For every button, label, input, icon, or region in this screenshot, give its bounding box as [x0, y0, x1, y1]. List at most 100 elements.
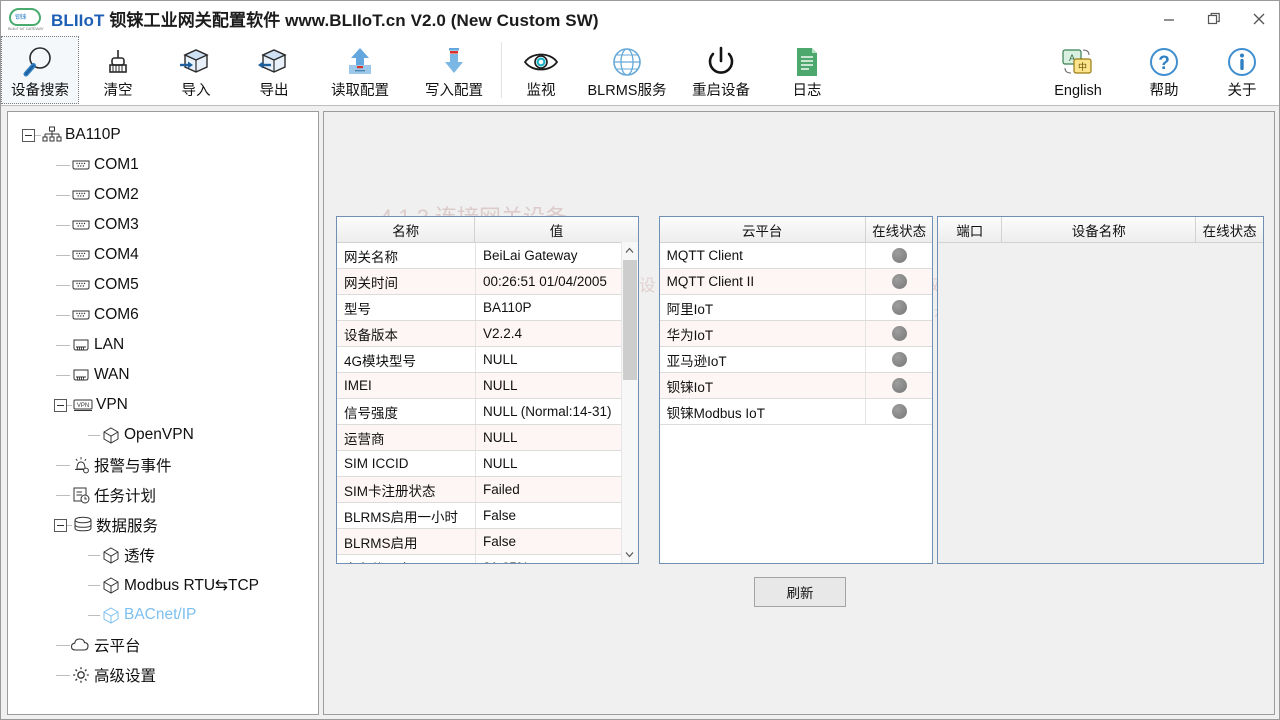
- table-row[interactable]: 钡铼IoT: [660, 373, 933, 399]
- tree-node-vpn[interactable]: VPN VPN: [16, 390, 318, 420]
- toolbar-button-help[interactable]: ? 帮助: [1125, 36, 1203, 104]
- toolbar-button-restart-device[interactable]: 重启设备: [674, 36, 768, 104]
- device-list-body: [938, 243, 1263, 563]
- tree-node-openvpn[interactable]: OpenVPN: [16, 420, 318, 450]
- device-list-table[interactable]: 端口 设备名称 在线状态: [937, 216, 1264, 564]
- scrollbar-thumb[interactable]: [623, 260, 637, 380]
- toolbar-button-import[interactable]: 导入: [157, 36, 235, 104]
- toolbar-button-export[interactable]: 导出: [235, 36, 313, 104]
- device-tree-panel[interactable]: BA110P COM1 COM2: [7, 111, 319, 715]
- tree-node-com1[interactable]: COM1: [16, 150, 318, 180]
- tree-node-advanced-settings[interactable]: 高级设置: [16, 660, 318, 690]
- cell-value: BA110P: [476, 295, 622, 320]
- tree-node-com4[interactable]: COM4: [16, 240, 318, 270]
- tree-node-com6[interactable]: COM6: [16, 300, 318, 330]
- cell-name: IMEI: [337, 373, 476, 398]
- toolbar-button-monitor[interactable]: 监视: [502, 36, 580, 104]
- toolbar-label: 重启设备: [692, 82, 750, 100]
- maximize-restore-button[interactable]: [1191, 1, 1236, 36]
- tree-node-bacnet-ip[interactable]: BACnet/IP: [16, 600, 318, 630]
- serial-port-icon: [70, 276, 92, 294]
- cell-platform-name: 钡铼Modbus IoT: [660, 399, 866, 424]
- cell-name: 网关时间: [337, 269, 476, 294]
- toolbar-button-about[interactable]: 关于: [1203, 36, 1280, 104]
- cell-value: False: [476, 503, 622, 528]
- tree-node-label: COM3: [94, 216, 139, 234]
- gateway-info-body: 网关名称BeiLai Gateway 网关时间00:26:51 01/04/20…: [337, 243, 638, 564]
- cell-name: 运营商: [337, 425, 476, 450]
- refresh-button[interactable]: 刷新: [754, 577, 846, 607]
- tree-node-com3[interactable]: COM3: [16, 210, 318, 240]
- cell-status: [866, 373, 933, 398]
- database-icon: [72, 516, 94, 534]
- table-row[interactable]: 内存使用率31.65%: [337, 555, 638, 564]
- minimize-button[interactable]: [1146, 1, 1191, 36]
- toolbar-button-read-config[interactable]: 读取配置: [313, 36, 407, 104]
- expander-minus-icon[interactable]: [22, 129, 35, 142]
- table-row[interactable]: 网关名称BeiLai Gateway: [337, 243, 638, 269]
- cell-name: SIM卡注册状态: [337, 477, 476, 502]
- cell-name: 网关名称: [337, 243, 476, 268]
- tree-node-com5[interactable]: COM5: [16, 270, 318, 300]
- table-row[interactable]: 钡铼Modbus IoT: [660, 399, 933, 425]
- table-row[interactable]: 阿里IoT: [660, 295, 933, 321]
- cell-value: NULL: [476, 425, 622, 450]
- tree-node-ba110p[interactable]: BA110P: [16, 120, 318, 150]
- table-row[interactable]: IMEINULL: [337, 373, 638, 399]
- tree-node-transparent-transmission[interactable]: 透传: [16, 540, 318, 570]
- gateway-info-table[interactable]: 名称 值 网关名称BeiLai Gateway 网关时间00:26:51 01/…: [336, 216, 639, 564]
- tree-node-modbus-rtu-tcp[interactable]: Modbus RTU⇆TCP: [16, 570, 318, 600]
- scroll-down-arrow-icon[interactable]: [622, 546, 638, 563]
- vertical-scrollbar[interactable]: [621, 242, 638, 563]
- table-row[interactable]: MQTT Client: [660, 243, 933, 269]
- table-row[interactable]: SIM卡注册状态Failed: [337, 477, 638, 503]
- table-row[interactable]: SIM ICCIDNULL: [337, 451, 638, 477]
- globe-icon: [605, 43, 649, 81]
- table-row[interactable]: BLRMS启用一小时False: [337, 503, 638, 529]
- window-title-brand: BLIIoT: [51, 11, 104, 30]
- toolbar-button-device-search[interactable]: 设备搜索: [1, 36, 79, 104]
- table-row[interactable]: 运营商NULL: [337, 425, 638, 451]
- toolbar-button-clear[interactable]: 清空: [79, 36, 157, 104]
- export-box-icon: [252, 43, 296, 81]
- question-icon: ?: [1142, 43, 1186, 81]
- content-area: BA110P COM1 COM2: [1, 107, 1280, 720]
- table-row[interactable]: 设备版本V2.2.4: [337, 321, 638, 347]
- expander-minus-icon[interactable]: [54, 519, 67, 532]
- tree-node-lan[interactable]: LAN: [16, 330, 318, 360]
- toolbar-button-write-config[interactable]: 写入配置: [407, 36, 501, 104]
- tree-node-data-service[interactable]: 数据服务: [16, 510, 318, 540]
- table-row[interactable]: 华为IoT: [660, 321, 933, 347]
- cube-icon: [100, 576, 122, 594]
- expander-minus-icon[interactable]: [54, 399, 67, 412]
- cell-platform-name: MQTT Client: [660, 243, 866, 268]
- column-header-device-name: 设备名称: [1002, 217, 1196, 242]
- table-row[interactable]: 型号BA110P: [337, 295, 638, 321]
- close-button[interactable]: [1236, 1, 1280, 36]
- table-row[interactable]: BLRMS启用False: [337, 529, 638, 555]
- table-row[interactable]: 网关时间00:26:51 01/04/2005: [337, 269, 638, 295]
- cloud-platform-table[interactable]: 云平台 在线状态 MQTT Client MQTT Client II 阿里Io…: [659, 216, 934, 564]
- table-row[interactable]: 亚马逊IoT: [660, 347, 933, 373]
- cloud-platform-header-row: 云平台 在线状态: [660, 217, 933, 243]
- tree-node-cloud-platform[interactable]: 云平台: [16, 630, 318, 660]
- table-row[interactable]: MQTT Client II: [660, 269, 933, 295]
- toolbar-label: 导出: [260, 82, 289, 100]
- window-controls: [1146, 1, 1280, 36]
- tree-node-wan[interactable]: WAN: [16, 360, 318, 390]
- tree-node-task-schedule[interactable]: 任务计划: [16, 480, 318, 510]
- tree-node-alarm-events[interactable]: 报警与事件: [16, 450, 318, 480]
- table-row[interactable]: 信号强度NULL (Normal:14-31): [337, 399, 638, 425]
- toolbar-button-log[interactable]: 日志: [768, 36, 846, 104]
- tree-node-label: 高级设置: [94, 664, 156, 686]
- table-row[interactable]: 4G模块型号NULL: [337, 347, 638, 373]
- tree-node-label: OpenVPN: [124, 426, 194, 444]
- window-title-rest: 钡铼工业网关配置软件 www.BLIIoT.cn V2.0 (New Custo…: [109, 11, 598, 30]
- translate-icon: A 中: [1056, 43, 1100, 81]
- tree-node-com2[interactable]: COM2: [16, 180, 318, 210]
- network-tree-icon: [41, 126, 63, 144]
- cell-name: 信号强度: [337, 399, 476, 424]
- toolbar-button-language[interactable]: A 中 English: [1031, 36, 1125, 104]
- toolbar-button-blrms-service[interactable]: BLRMS服务: [580, 36, 674, 104]
- scroll-up-arrow-icon[interactable]: [622, 242, 638, 259]
